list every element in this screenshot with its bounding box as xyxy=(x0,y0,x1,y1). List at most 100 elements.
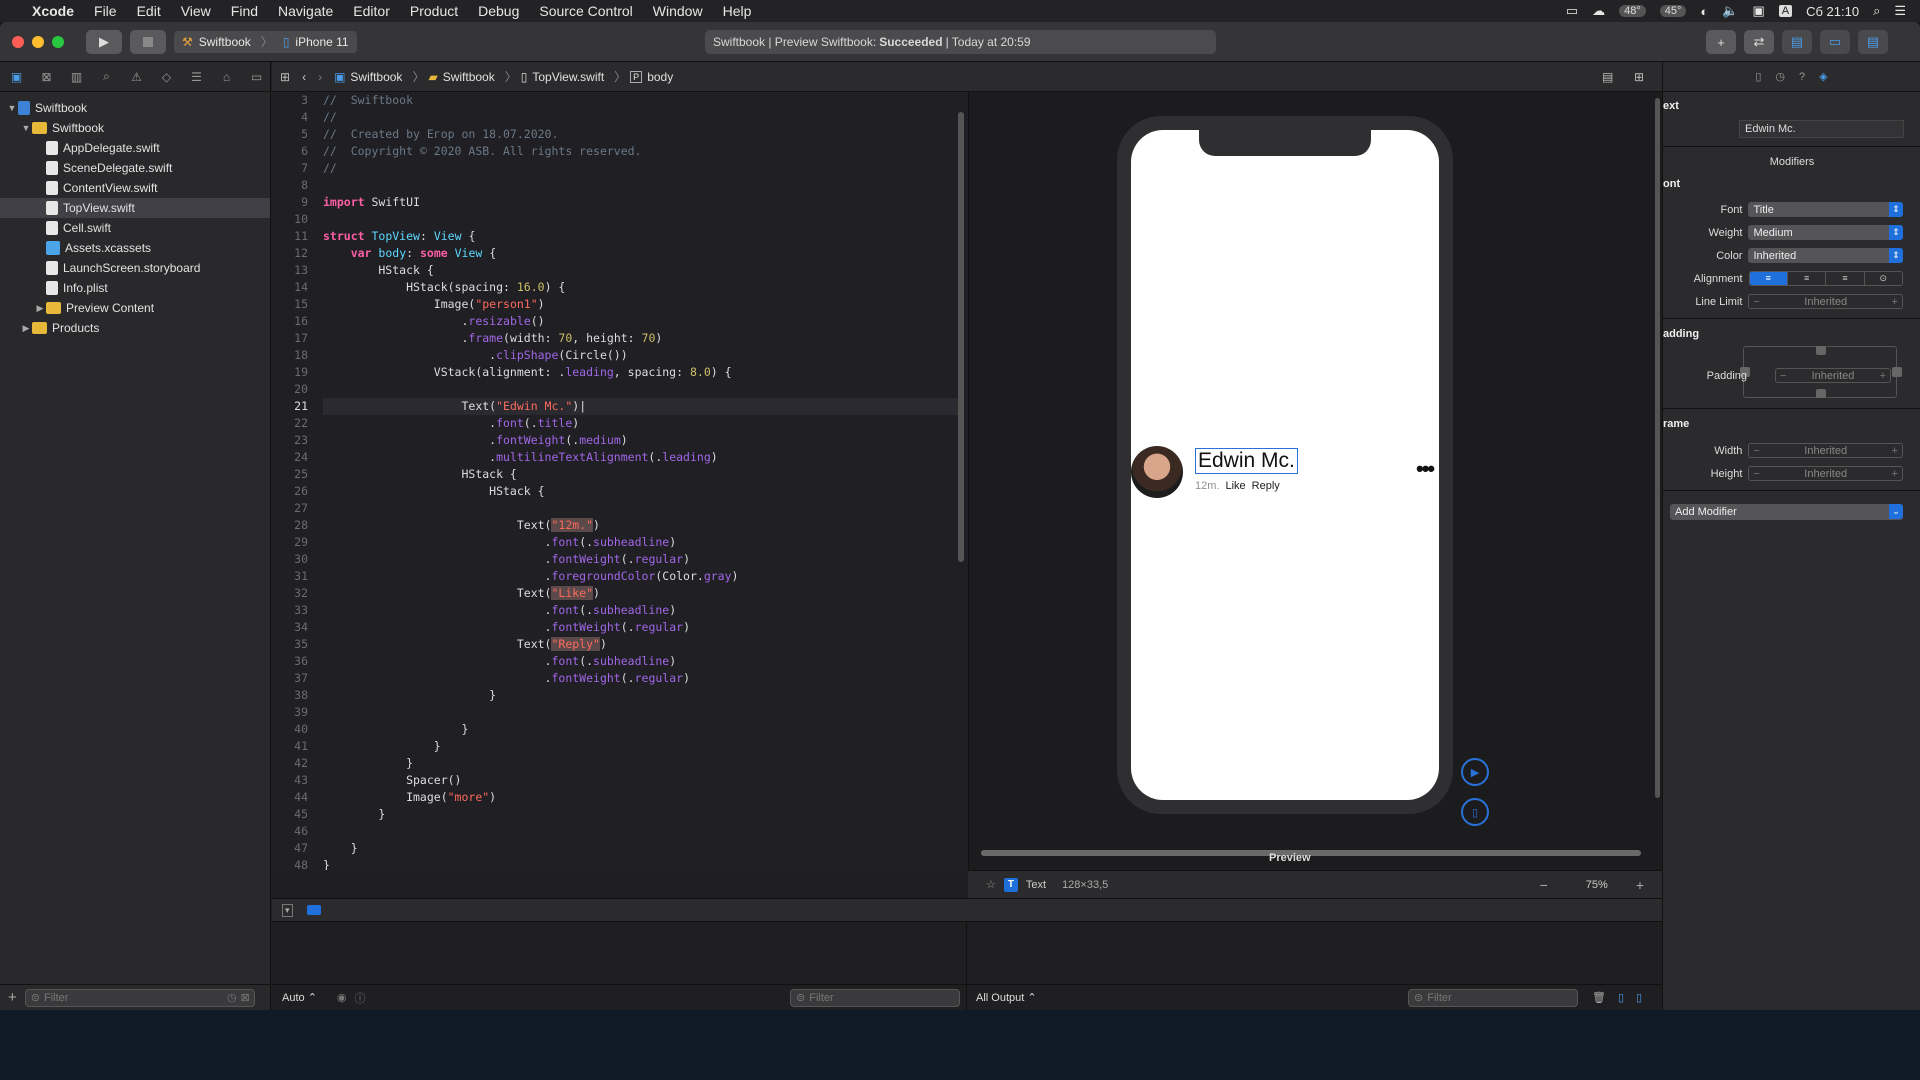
code-line[interactable]: HStack(spacing: 16.0) { xyxy=(323,279,958,296)
line-number[interactable]: 6 xyxy=(272,143,310,160)
line-number[interactable]: 26 xyxy=(272,483,310,500)
split-left-icon[interactable]: ▯ xyxy=(1618,991,1624,1004)
line-number[interactable]: 30 xyxy=(272,551,310,568)
source-control-icon[interactable]: ⊠ xyxy=(38,70,55,84)
code-line[interactable]: // Swiftbook xyxy=(323,92,958,109)
padding-stepper[interactable]: − Inherited + xyxy=(1775,368,1891,383)
line-limit-stepper[interactable]: − Inherited + xyxy=(1748,294,1903,309)
clock[interactable]: Сб 21:10 xyxy=(1806,4,1859,19)
minus-icon[interactable]: − xyxy=(1753,468,1759,480)
line-number[interactable]: 40 xyxy=(272,721,310,738)
trash-icon[interactable]: 🗑 xyxy=(1592,991,1606,1004)
recent-files-icon[interactable]: ◷ xyxy=(227,991,237,1004)
preview-name-text[interactable]: Edwin Mc. xyxy=(1195,448,1298,474)
toggle-debug-area-button[interactable]: ▭ xyxy=(1820,30,1850,54)
tree-item[interactable]: ContentView.swift xyxy=(0,178,270,198)
source-editor[interactable]: 3 4 5 6 7 8 9 10 11 12 13 14 15 16 17 18 19 20 21 22 23 24 25 2… xyxy=(272,92,968,870)
scheme-selector[interactable]: ⚒ Swiftbook 〉 ▯ iPhone 11 xyxy=(174,30,357,53)
code-line[interactable]: Image("person1") xyxy=(323,296,958,313)
text-value-field[interactable]: Edwin Mc. xyxy=(1739,120,1904,138)
code-line[interactable]: Spacer() xyxy=(323,772,958,789)
code-line[interactable]: HStack { xyxy=(323,262,958,279)
search-icon[interactable]: ⌕ xyxy=(98,69,115,84)
line-number[interactable]: 20 xyxy=(272,381,310,398)
display-icon[interactable]: ▣ xyxy=(1752,3,1764,19)
debug-icon[interactable]: ☰ xyxy=(188,70,205,84)
line-number[interactable]: 9 xyxy=(272,194,310,211)
line-number[interactable]: 35 xyxy=(272,636,310,653)
line-number[interactable]: 5 xyxy=(272,126,310,143)
volume-icon[interactable]: 🔈 xyxy=(1722,3,1738,19)
code-line[interactable]: .clipShape(Circle()) xyxy=(323,347,958,364)
code-line[interactable]: .fontWeight(.regular) xyxy=(323,619,958,636)
align-leading-icon[interactable]: ≡ xyxy=(1749,272,1788,285)
line-number[interactable]: 15 xyxy=(272,296,310,313)
code-line[interactable]: // xyxy=(323,109,958,126)
line-number[interactable]: 48 xyxy=(272,857,310,870)
code-line[interactable]: .resizable() xyxy=(323,313,958,330)
line-number[interactable]: 18 xyxy=(272,347,310,364)
line-number[interactable]: 16 xyxy=(272,313,310,330)
spotlight-icon[interactable]: ⌕ xyxy=(1873,3,1880,19)
notification-center-icon[interactable]: ☰ xyxy=(1894,3,1906,19)
code-line[interactable] xyxy=(323,704,958,721)
line-number[interactable]: 19 xyxy=(272,364,310,381)
line-number[interactable]: 23 xyxy=(272,432,310,449)
code-line[interactable]: .fontWeight(.regular) xyxy=(323,670,958,687)
code-line[interactable]: Text("12m.") xyxy=(323,517,958,534)
add-file-icon[interactable]: + xyxy=(8,989,17,1006)
menu-product[interactable]: Product xyxy=(410,3,458,19)
code-line[interactable]: HStack { xyxy=(323,483,958,500)
line-number[interactable]: 22 xyxy=(272,415,310,432)
code-line[interactable]: HStack { xyxy=(323,466,958,483)
cpu-temp-badge[interactable]: 48° xyxy=(1619,5,1646,17)
line-number[interactable]: 45 xyxy=(272,806,310,823)
canvas-scrollbar[interactable] xyxy=(981,850,1641,856)
plus-icon[interactable]: + xyxy=(1892,296,1898,308)
line-number[interactable]: 36 xyxy=(272,653,310,670)
code-line[interactable] xyxy=(323,500,958,517)
line-number[interactable]: 31 xyxy=(272,568,310,585)
back-button[interactable]: ‹ xyxy=(302,70,306,84)
menu-app-name[interactable]: Xcode xyxy=(32,3,74,19)
stop-button[interactable] xyxy=(130,29,166,54)
align-center-icon[interactable]: ≡ xyxy=(1788,272,1827,285)
line-number[interactable]: 25 xyxy=(272,466,310,483)
line-number[interactable]: 42 xyxy=(272,755,310,772)
code-line[interactable]: } xyxy=(323,687,958,704)
toggle-inspector-button[interactable]: ▤ xyxy=(1858,30,1888,54)
output-select[interactable]: All Output ⌃ xyxy=(976,991,1037,1004)
line-number[interactable]: 46 xyxy=(272,823,310,840)
minus-icon[interactable]: − xyxy=(1753,296,1759,308)
tree-item[interactable]: TopView.swift xyxy=(0,198,270,218)
disclosure-triangle-icon[interactable]: ▼ xyxy=(20,123,32,133)
code-line[interactable]: .frame(width: 70, height: 70) xyxy=(323,330,958,347)
hide-debug-area-icon[interactable]: ▾ xyxy=(282,903,293,917)
menu-find[interactable]: Find xyxy=(231,3,258,19)
tree-item[interactable]: LaunchScreen.storyboard xyxy=(0,258,270,278)
breadcrumb-file[interactable]: ▯ TopView.swift xyxy=(521,70,604,84)
code-line[interactable]: } xyxy=(323,806,958,823)
tree-item[interactable]: ▶ Products xyxy=(0,318,270,338)
tree-item[interactable]: ▼ Swiftbook xyxy=(0,98,270,118)
weight-select[interactable]: Medium ⇕ xyxy=(1748,225,1903,240)
line-number[interactable]: 8 xyxy=(272,177,310,194)
code-review-button[interactable]: ⇄ xyxy=(1744,30,1774,54)
menu-help[interactable]: Help xyxy=(723,3,752,19)
line-number[interactable]: 17 xyxy=(272,330,310,347)
add-modifier-select[interactable]: Add Modifier ⌄ xyxy=(1670,504,1903,520)
menu-window[interactable]: Window xyxy=(653,3,703,19)
attributes-inspector-icon[interactable]: ◈ xyxy=(1819,70,1827,83)
line-number[interactable]: 32 xyxy=(272,585,310,602)
code-text[interactable]: // Swiftbook//// Created by Егор on 18.0… xyxy=(323,92,958,870)
code-line[interactable]: .fontWeight(.regular) xyxy=(323,551,958,568)
code-line[interactable]: // xyxy=(323,160,958,177)
plus-icon[interactable]: + xyxy=(1880,370,1886,382)
code-line[interactable]: // Copyright © 2020 ASB. All rights rese… xyxy=(323,143,958,160)
preview-time-text[interactable]: 12m. xyxy=(1195,480,1219,492)
breakpoints-toggle-icon[interactable] xyxy=(306,905,321,915)
pin-icon[interactable]: ☆ xyxy=(986,878,996,891)
plus-icon[interactable]: + xyxy=(1892,445,1898,457)
warning-icon[interactable]: ⚠ xyxy=(128,70,145,84)
disclosure-triangle-icon[interactable]: ▼ xyxy=(6,103,18,113)
